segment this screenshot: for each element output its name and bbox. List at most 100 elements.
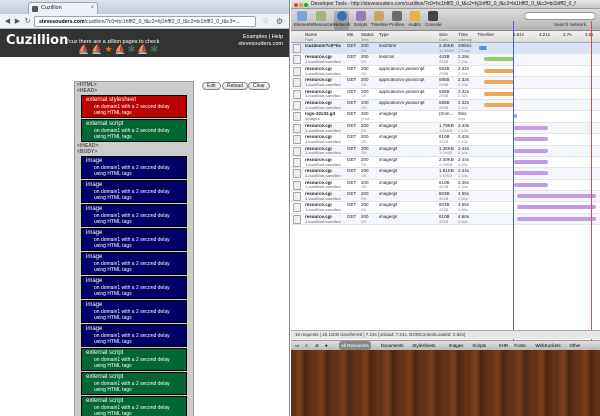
table-row[interactable]: logo-32x32.gif/images GET 200 (from... image… [291, 111, 600, 123]
tab-network[interactable]: Network [334, 11, 351, 30]
help-link[interactable]: Help [272, 34, 283, 40]
zoom-icon[interactable] [304, 3, 308, 7]
resource-palette-icons[interactable]: ⛵⛵★⛵✻⛵✻ [78, 44, 198, 54]
site-logo[interactable]: Cuzillion [6, 33, 68, 48]
bug-icon[interactable]: ✻ [128, 44, 138, 54]
tab-console[interactable]: Console [425, 11, 442, 27]
table-row[interactable]: resource.cgi 1.cuzillion.com/bin GET 200 OK a… [291, 66, 600, 78]
table-row[interactable]: resource.cgi 1.cuzillion.com/bin GET 200 OK t… [291, 54, 600, 66]
fish-icon[interactable]: ⛵ [91, 44, 104, 54]
resource-block[interactable]: image on domain1 with a 2 second delay us… [81, 324, 187, 347]
fish-icon[interactable]: ⛵ [78, 44, 91, 54]
filter-xhr[interactable]: XHR [499, 341, 509, 350]
devtools-window: Developer Tools - http://stevesouders.co… [291, 0, 600, 350]
resource-block[interactable]: image on domain1 with a 2 second delay us… [81, 180, 187, 203]
table-row[interactable]: resource.cgi 1.cuzillion.com/bin GET 200 OK i… [291, 168, 600, 180]
resource-block[interactable]: external script on domain1 with a 2 secon… [81, 396, 187, 416]
table-row[interactable]: resource.cgi 1.cuzillion.com/bin GET 200 OK i… [291, 134, 600, 146]
close-icon[interactable] [294, 3, 298, 7]
cell-size: 585B 295B [439, 90, 450, 100]
resource-title: external script [86, 374, 124, 380]
filter-stylesheets[interactable]: Stylesheets [412, 341, 435, 350]
cell-name-sub: 1.cuzillion.com/bin [305, 218, 341, 224]
star-icon[interactable]: ★ [104, 44, 114, 54]
table-row[interactable]: /cuzillion/?c0=hc GET 200 OK text/html 2.45KB… [291, 43, 600, 55]
filter-scripts[interactable]: Scripts [472, 341, 486, 350]
tab-audits[interactable]: Audits [407, 11, 422, 27]
edit-button[interactable]: Edit [202, 82, 221, 90]
table-row[interactable]: resource.cgi 1.cuzillion.com/bin GET 200 OK i… [291, 202, 600, 214]
filter-other[interactable]: Other [569, 341, 580, 350]
cell-size-sub: 1.49KB [439, 173, 453, 179]
table-row[interactable]: resource.cgi 1.cuzillion.com/bin GET 200 OK i… [291, 145, 600, 157]
table-row[interactable]: resource.cgi 1.cuzillion.com/bin GET 200 OK a… [291, 99, 600, 112]
col-timeline[interactable]: Timeline [477, 32, 494, 37]
star-icon[interactable]: ☆ [262, 16, 269, 25]
tab-timeline[interactable]: Timeline [371, 11, 388, 27]
cell-status: 200 OK [361, 215, 369, 225]
resource-block[interactable]: image on domain1 with a 2 second delay us… [81, 252, 187, 275]
table-row[interactable]: resource.cgi 1.cuzillion.com/bin GET 200 OK a… [291, 77, 600, 89]
dock-icon[interactable]: ▭ [295, 341, 299, 350]
tab-scripts[interactable]: Scripts [353, 11, 368, 27]
table-row[interactable]: resource.cgi 1.cuzillion.com/bin GET 200 OK i… [291, 213, 600, 226]
resource-block[interactable]: external script on domain1 with a 2 secon… [81, 372, 187, 395]
table-row[interactable]: resource.cgi 1.cuzillion.com/bin GET 200 OK i… [291, 191, 600, 203]
browser-tab[interactable]: Cuzillion × [28, 2, 98, 14]
filter-all-resources[interactable]: All Resources [339, 341, 371, 350]
minimize-icon[interactable] [299, 3, 303, 7]
reload-icon[interactable]: ↻ [23, 17, 32, 26]
col-size[interactable]: Size Cont. [439, 32, 449, 42]
filter-websockets[interactable]: WebSockets [535, 341, 560, 350]
window-controls[interactable] [294, 2, 309, 11]
col-time[interactable]: Time Latency [458, 32, 472, 42]
clear-button[interactable]: Clear [248, 82, 270, 90]
resource-block[interactable]: external script on domain1 with a 2 secon… [81, 348, 187, 371]
table-row[interactable]: resource.cgi 1.cuzillion.com/bin GET 200 OK a… [291, 89, 600, 100]
tab-profiles[interactable]: Profiles [389, 11, 404, 27]
resource-block[interactable]: image on domain1 with a 2 second delay us… [81, 204, 187, 227]
address-bar[interactable]: stevesouders.com/cuzillion/?c0=hc1hfff2_… [34, 16, 256, 27]
reload-button[interactable]: Reload [222, 82, 248, 90]
cell-status: 200 OK [361, 181, 369, 191]
examples-link[interactable]: Examples [243, 34, 267, 40]
forward-icon[interactable]: ▶ [13, 17, 22, 26]
resource-block[interactable]: image on domain1 with a 2 second delay us… [81, 276, 187, 299]
cell-size-sub: 296B [439, 59, 449, 65]
cell-time-sub: 279ms [458, 47, 471, 53]
timeline-bar [516, 205, 596, 210]
col-method[interactable]: Me. [347, 32, 355, 37]
filter-fonts[interactable]: Fonts [514, 341, 525, 350]
table-row[interactable]: resource.cgi 1.cuzillion.com/bin GET 200 OK i… [291, 180, 600, 192]
favicon-icon [32, 6, 38, 12]
console-toggle-icon[interactable]: ≡ [305, 341, 308, 350]
table-row[interactable]: resource.cgi 1.cuzillion.com/bin GET 200 OK i… [291, 157, 600, 169]
filter-images[interactable]: Images [449, 341, 464, 350]
network-search-input[interactable] [524, 12, 596, 20]
col-name[interactable]: Name Path [305, 32, 317, 42]
col-type[interactable]: Type [379, 32, 389, 37]
devtools-toolbar: Elements Resources Network Scripts Timel… [291, 9, 600, 31]
resource-block[interactable]: image on domain1 with a 2 second delay us… [81, 228, 187, 251]
close-tab-icon[interactable]: × [90, 3, 94, 14]
back-icon[interactable]: ◀ [3, 17, 12, 26]
fish-icon[interactable]: ⛵ [115, 44, 128, 54]
resource-block[interactable]: image on domain1 with a 2 second delay us… [81, 300, 187, 323]
resource-block[interactable]: external stylesheet on domain1 with a 2 s… [81, 95, 187, 118]
wrench-icon[interactable]: ⚙ [276, 17, 283, 26]
cell-method: GET [347, 55, 356, 60]
resource-description: on domain1 with a 2 second delay using H… [94, 357, 170, 369]
stevesouders-link[interactable]: stevesouders.com [238, 41, 283, 47]
fish-icon[interactable]: ⛵ [137, 44, 150, 54]
record-icon[interactable]: ● [325, 341, 328, 350]
clear-icon[interactable]: ⊘ [315, 341, 319, 350]
tab-resources[interactable]: Resources [313, 11, 335, 27]
resource-block[interactable]: external script on domain1 with a 2 secon… [81, 119, 187, 142]
bug-icon[interactable]: ✻ [151, 44, 161, 54]
resource-block[interactable]: image on domain1 with a 2 second delay us… [81, 156, 187, 179]
table-row[interactable]: resource.cgi 1.cuzillion.com/bin GET 200 OK i… [291, 122, 600, 135]
col-status[interactable]: Status Text [361, 32, 374, 42]
resource-description: on domain1 with a 2 second delay using H… [94, 165, 170, 177]
tab-elements[interactable]: Elements [294, 11, 313, 27]
filter-documents[interactable]: Documents [381, 341, 404, 350]
